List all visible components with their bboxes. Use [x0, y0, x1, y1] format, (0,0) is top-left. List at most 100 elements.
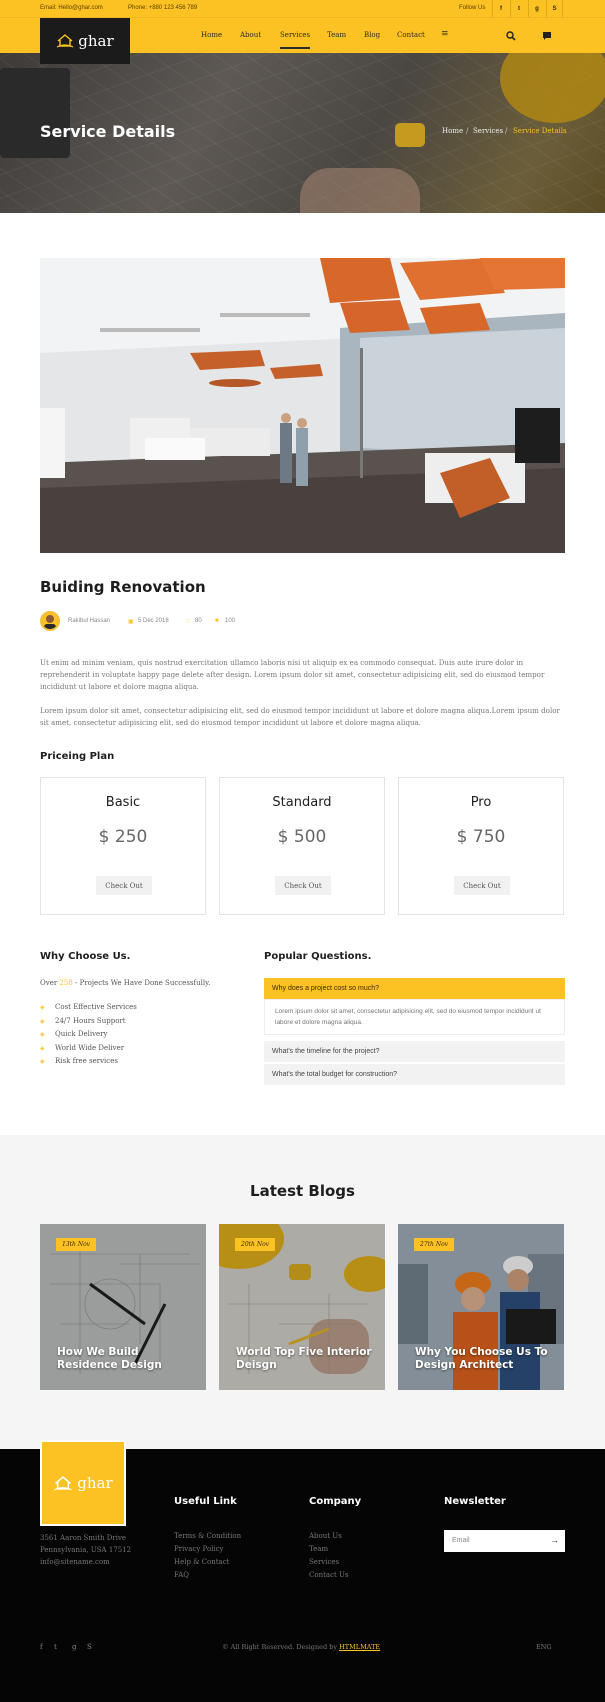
like-count: 80: [195, 618, 202, 624]
check-icon: ◈: [40, 1031, 45, 1038]
search-icon[interactable]: [506, 31, 516, 41]
blog-card[interactable]: 20th Nov World Top Five Interior Deisgn: [219, 1224, 385, 1390]
menu-icon[interactable]: ≡: [441, 29, 449, 39]
house-hand-icon: [57, 34, 74, 48]
footer-link[interactable]: Privacy Policy: [174, 1545, 224, 1553]
skype-icon[interactable]: S: [546, 0, 563, 17]
nav-blog[interactable]: Blog: [364, 31, 380, 39]
pricing-card-standard: Standard $ 500 Check Out: [219, 777, 385, 915]
why-intro-pre: Over: [40, 979, 60, 987]
nav-home[interactable]: Home: [201, 31, 222, 39]
blog-title[interactable]: How We Build Residence Design: [57, 1346, 197, 1372]
faq-question-open[interactable]: Why does a project cost so much?: [264, 978, 565, 999]
blog-date: 13th Nov: [56, 1238, 97, 1251]
chat-icon[interactable]: [542, 31, 552, 41]
plan-price: $ 250: [98, 827, 148, 847]
list-item: ◈ Risk free services: [40, 1057, 118, 1065]
footer-logo[interactable]: ghar: [40, 1440, 126, 1526]
arrow-right-icon[interactable]: →: [550, 1535, 559, 1545]
laptop-shape: [0, 68, 70, 158]
why-intro-post: - Projects We Have Done Successfully.: [72, 979, 211, 987]
check-out-button[interactable]: Check Out: [96, 876, 152, 895]
faq-question[interactable]: What's the total budget for construction…: [264, 1064, 565, 1085]
footer-email[interactable]: info@sitename.com: [40, 1558, 110, 1566]
plan-name: Basic: [105, 795, 141, 810]
post-date: 5 Dec 2018: [138, 618, 169, 624]
hand-shape: [300, 168, 420, 213]
newsletter-email-input[interactable]: Email →: [444, 1530, 565, 1552]
calendar-icon: ▣: [128, 619, 134, 625]
blog-title[interactable]: World Top Five Interior Deisgn: [236, 1346, 376, 1372]
list-item: ◈ Quick Delivery: [40, 1030, 108, 1038]
logo-text: ghar: [78, 32, 114, 50]
footer-logo-text: ghar: [77, 1474, 113, 1492]
plan-name: Pro: [470, 795, 492, 810]
article-paragraph-1: Ut enim ad minim veniam, quis nostrud ex…: [40, 658, 545, 691]
service-image: [40, 258, 565, 553]
list-item-label: World Wide Deliver: [55, 1044, 125, 1052]
designer-link[interactable]: HTMLMATE: [339, 1643, 380, 1651]
check-out-button[interactable]: Check Out: [275, 876, 331, 895]
site-logo[interactable]: ghar: [40, 18, 130, 64]
blog-card[interactable]: 27th Nov Why You Choose Us To Design Arc…: [398, 1224, 564, 1390]
author-name[interactable]: Rakibul Hassan: [68, 618, 110, 624]
page-title: Service Details: [40, 122, 176, 141]
article-paragraph-2: Lorem ipsum dolor sit amet, consectetur …: [40, 706, 560, 727]
footer-twitter-icon[interactable]: t: [54, 1643, 57, 1651]
footer-link[interactable]: Contact Us: [309, 1571, 349, 1579]
nav-services[interactable]: Services: [280, 31, 311, 49]
list-item: ◈ Cost Effective Services: [40, 1003, 137, 1011]
facebook-icon[interactable]: f: [492, 0, 509, 17]
nav-team[interactable]: Team: [327, 31, 346, 39]
comment-icon: ■: [215, 618, 219, 624]
blog-card[interactable]: 13th Nov How We Build Residence Design: [40, 1224, 206, 1390]
footer-link[interactable]: FAQ: [174, 1571, 189, 1579]
why-intro: Over 258 - Projects We Have Done Success…: [40, 979, 210, 987]
footer-link[interactable]: About Us: [309, 1532, 342, 1540]
contact-email[interactable]: Email: Hello@ghar.com: [40, 5, 103, 11]
office-illustration: [40, 258, 565, 553]
footer-link[interactable]: Help & Contact: [174, 1558, 229, 1566]
footer-link[interactable]: Terms & Condition: [174, 1532, 241, 1540]
nav-about[interactable]: About: [240, 31, 261, 39]
footer-google-plus-icon[interactable]: g: [72, 1643, 76, 1651]
breadcrumb-home[interactable]: Home: [442, 127, 463, 135]
list-item-label: Risk free services: [55, 1057, 118, 1065]
breadcrumb-services[interactable]: Services: [473, 127, 503, 135]
blog-title[interactable]: Why You Choose Us To Design Architect: [415, 1346, 555, 1372]
blog-date: 27th Nov: [414, 1238, 455, 1251]
newsletter-title: Newsletter: [444, 1496, 506, 1507]
footer-address: 3561 Aaron Smith Drive: [40, 1534, 127, 1542]
project-count: 258: [59, 979, 73, 987]
article-title: Buiding Renovation: [40, 578, 206, 596]
pricing-card-basic: Basic $ 250 Check Out: [40, 777, 206, 915]
faq-question[interactable]: What's the timeline for the project?: [264, 1041, 565, 1062]
check-out-button[interactable]: Check Out: [454, 876, 510, 895]
breadcrumb-separator: /: [466, 127, 469, 135]
why-title: Why Choose Us.: [40, 951, 131, 962]
list-item: ◈ World Wide Deliver: [40, 1044, 124, 1052]
faq-title: Popular Questions.: [264, 951, 372, 962]
contact-phone[interactable]: Phone: +880 123 456 789: [128, 5, 197, 11]
nav-contact[interactable]: Contact: [397, 31, 425, 39]
footer-skype-icon[interactable]: S: [87, 1643, 92, 1651]
footer-address: Pennsylvania, USA 17512: [40, 1546, 132, 1554]
list-item-label: 24/7 Hours Support: [55, 1017, 126, 1025]
plan-price: $ 500: [277, 827, 327, 847]
footer-facebook-icon[interactable]: f: [40, 1643, 43, 1651]
breadcrumb-current: Service Details: [513, 127, 567, 135]
list-item-label: Quick Delivery: [55, 1030, 108, 1038]
footer-link[interactable]: Team: [309, 1545, 328, 1553]
helmet-shape: [500, 53, 605, 123]
language-selector[interactable]: ENG: [536, 1643, 552, 1651]
google-plus-icon[interactable]: g: [528, 0, 545, 17]
breadcrumb-separator: /: [505, 127, 508, 135]
avatar: [40, 611, 60, 631]
useful-link-title: Useful Link: [174, 1496, 237, 1507]
twitter-icon[interactable]: t: [510, 0, 527, 17]
main-nav: ghar Home About Services Team Blog Conta…: [0, 17, 605, 64]
pricing-card-pro: Pro $ 750 Check Out: [398, 777, 564, 915]
tape-shape: [395, 123, 425, 147]
plan-price: $ 750: [456, 827, 506, 847]
footer-link[interactable]: Services: [309, 1558, 339, 1566]
